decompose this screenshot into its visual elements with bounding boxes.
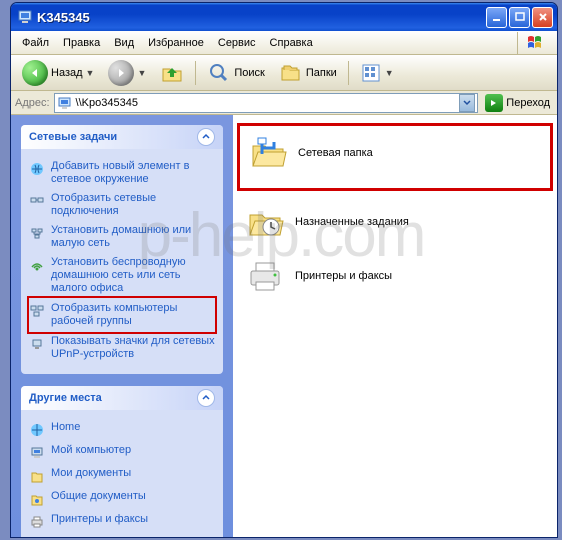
go-button[interactable]: Переход <box>482 93 553 113</box>
up-button[interactable] <box>155 58 189 88</box>
back-icon <box>22 60 48 86</box>
folders-icon <box>279 61 303 85</box>
task-view-workgroup[interactable]: Отобразить компьютеры рабочей группы <box>29 299 215 331</box>
back-button[interactable]: Назад ▼ <box>17 57 99 89</box>
item-label: Принтеры и факсы <box>295 270 392 282</box>
item-printers-faxes[interactable]: Принтеры и факсы <box>241 253 549 299</box>
folders-button[interactable]: Папки <box>274 58 342 88</box>
maximize-button[interactable] <box>509 7 530 28</box>
search-icon <box>207 61 231 85</box>
scheduled-tasks-icon <box>245 203 285 241</box>
wireless-icon <box>29 257 45 273</box>
menu-favorites[interactable]: Избранное <box>141 35 211 51</box>
place-shared-documents[interactable]: Общие документы <box>29 487 215 510</box>
forward-icon <box>108 60 134 86</box>
views-icon <box>360 62 382 84</box>
go-icon <box>485 94 503 112</box>
task-setup-wireless[interactable]: Установить беспроводную домашнюю сеть ил… <box>29 253 215 298</box>
item-label: Сетевая папка <box>298 147 373 159</box>
place-printers[interactable]: Принтеры и факсы <box>29 510 215 533</box>
shared-folder-icon <box>29 491 45 507</box>
menu-view[interactable]: Вид <box>107 35 141 51</box>
network-tasks-panel: Сетевые задачи Добавить новый элемент в … <box>21 125 223 374</box>
chevron-down-icon: ▼ <box>137 68 146 78</box>
main-view[interactable]: Сетевая папка Назначенные задания Принте… <box>233 115 557 537</box>
explorer-window: K345345 Файл Правка Вид Избранное Сервис… <box>10 2 558 538</box>
network-place-icon <box>29 161 45 177</box>
task-add-network-place[interactable]: Добавить новый элемент в сетевое окружен… <box>29 157 215 189</box>
task-upnp-icons[interactable]: Показывать значки для сетевых UPnP-устро… <box>29 332 215 364</box>
computer-icon <box>57 95 73 111</box>
task-view-connections[interactable]: Отобразить сетевые подключения <box>29 189 215 221</box>
search-button[interactable]: Поиск <box>202 58 269 88</box>
place-home[interactable]: Home <box>29 418 215 441</box>
place-my-computer[interactable]: Мой компьютер <box>29 441 215 464</box>
other-places-panel: Другие места Home Мой компьютер Мои доку… <box>21 386 223 537</box>
menu-edit[interactable]: Правка <box>56 35 107 51</box>
content-area: Сетевые задачи Добавить новый элемент в … <box>11 115 557 537</box>
close-button[interactable] <box>532 7 553 28</box>
workgroup-icon <box>29 303 45 319</box>
sidebar: Сетевые задачи Добавить новый элемент в … <box>11 115 233 537</box>
home-network-icon <box>29 225 45 241</box>
panel-header[interactable]: Другие места <box>21 386 223 410</box>
menu-file[interactable]: Файл <box>15 35 56 51</box>
forward-button[interactable]: ▼ <box>103 57 151 89</box>
chevron-down-icon: ▼ <box>86 68 95 78</box>
separator <box>348 61 349 85</box>
windows-logo-icon <box>517 32 553 54</box>
computer-icon <box>17 9 33 25</box>
window-title: K345345 <box>37 10 484 25</box>
address-bar: Адрес: \\Kpo345345 Переход <box>11 91 557 115</box>
item-scheduled-tasks[interactable]: Назначенные задания <box>241 199 549 245</box>
collapse-icon <box>197 389 215 407</box>
folder-up-icon <box>160 61 184 85</box>
printer-icon <box>29 514 45 530</box>
address-label: Адрес: <box>15 97 50 109</box>
titlebar[interactable]: K345345 <box>11 3 557 31</box>
chevron-down-icon: ▼ <box>385 68 394 78</box>
place-my-documents[interactable]: Мои документы <box>29 464 215 487</box>
highlight-network-folder: Сетевая папка <box>237 123 553 191</box>
panel-header[interactable]: Сетевые задачи <box>21 125 223 149</box>
views-button[interactable]: ▼ <box>355 59 399 87</box>
item-network-folder[interactable]: Сетевая папка <box>244 130 546 176</box>
printers-folder-icon <box>245 257 285 295</box>
separator <box>195 61 196 85</box>
connections-icon <box>29 193 45 209</box>
computer-icon <box>29 445 45 461</box>
minimize-button[interactable] <box>486 7 507 28</box>
network-folder-icon <box>248 134 288 172</box>
address-input[interactable]: \\Kpo345345 <box>54 93 479 113</box>
highlight-workgroup: Отобразить компьютеры рабочей группы <box>27 296 217 334</box>
network-icon <box>29 422 45 438</box>
item-label: Назначенные задания <box>295 216 409 228</box>
collapse-icon <box>197 128 215 146</box>
menubar: Файл Правка Вид Избранное Сервис Справка <box>11 31 557 55</box>
menu-tools[interactable]: Сервис <box>211 35 263 51</box>
upnp-icon <box>29 336 45 352</box>
address-value: \\Kpo345345 <box>76 97 460 109</box>
task-setup-home-network[interactable]: Установить домашнюю или малую сеть <box>29 221 215 253</box>
documents-icon <box>29 468 45 484</box>
menu-help[interactable]: Справка <box>263 35 320 51</box>
address-dropdown-button[interactable] <box>459 94 475 112</box>
toolbar: Назад ▼ ▼ Поиск Папки ▼ <box>11 55 557 91</box>
